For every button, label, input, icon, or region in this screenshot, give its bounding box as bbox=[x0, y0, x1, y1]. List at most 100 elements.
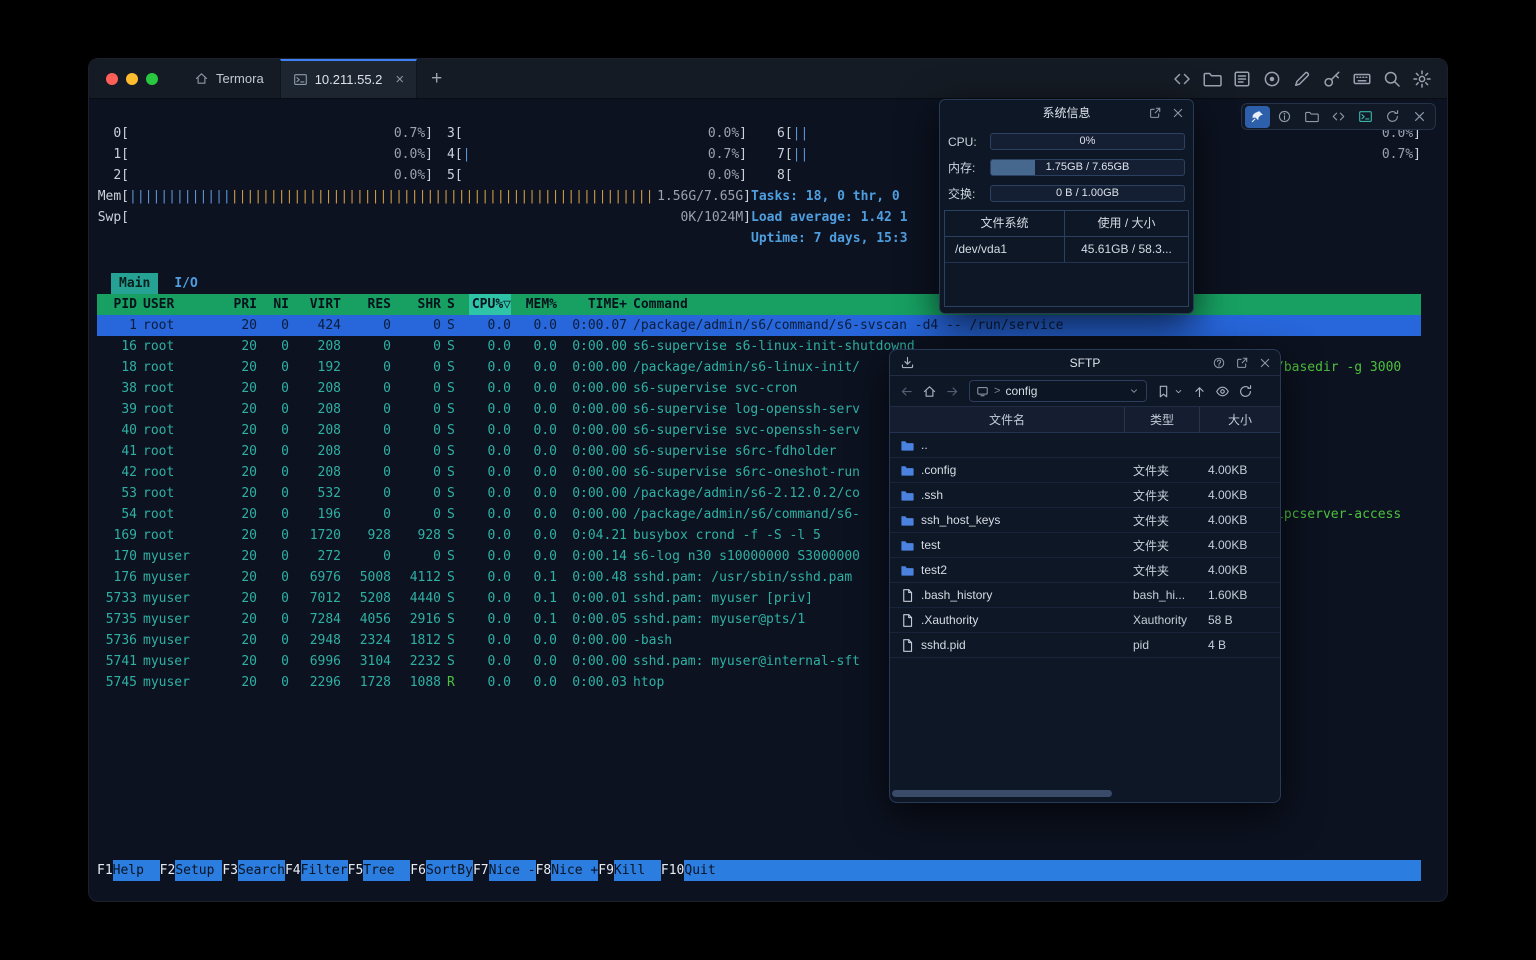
fkey-search[interactable]: F3Search bbox=[222, 860, 285, 881]
fkey-sortby[interactable]: F6SortBy bbox=[410, 860, 473, 881]
file-icon bbox=[900, 638, 915, 653]
file-name: .bash_history bbox=[921, 588, 992, 602]
file-type: 文件夹 bbox=[1125, 512, 1200, 529]
termora-window: Termora 10.211.55.2 × + 0[0.7%]3[0.0%]6[… bbox=[88, 58, 1448, 902]
fkey-kill[interactable]: F9Kill bbox=[598, 860, 661, 881]
file-row[interactable]: sshd.pidpid4 B bbox=[890, 633, 1280, 658]
fkey-filter[interactable]: F4Filter bbox=[285, 860, 348, 881]
reader-icon[interactable] bbox=[1232, 69, 1252, 89]
column-header-time[interactable]: TIME+ bbox=[563, 294, 627, 315]
home-icon[interactable] bbox=[922, 384, 937, 399]
column-header-size[interactable]: 大小 bbox=[1200, 407, 1280, 432]
chevron-down-icon[interactable] bbox=[1128, 385, 1140, 397]
file-row[interactable]: .config文件夹4.00KB bbox=[890, 458, 1280, 483]
traffic-lights bbox=[89, 59, 178, 98]
file-size: 4.00KB bbox=[1200, 488, 1280, 502]
cpu-meter-5: 5[0.0%] bbox=[447, 165, 747, 186]
sftp-title-icons bbox=[1212, 356, 1272, 370]
file-row[interactable]: .bash_historybash_hi...1.60KB bbox=[890, 583, 1280, 608]
cpu-meter-2: 2[0.0%] bbox=[97, 165, 433, 186]
tab-io[interactable]: I/O bbox=[174, 273, 197, 294]
system-info-title: 系统信息 bbox=[1042, 104, 1090, 121]
chevron-down-icon[interactable] bbox=[1173, 386, 1184, 397]
external-link-icon[interactable] bbox=[1235, 356, 1249, 370]
keyboard-icon[interactable] bbox=[1352, 69, 1372, 89]
close-icon[interactable] bbox=[1171, 106, 1185, 120]
close-icon[interactable] bbox=[1407, 106, 1432, 128]
bookmark-icon[interactable] bbox=[1156, 384, 1171, 399]
column-header-mem[interactable]: MEM% bbox=[517, 294, 557, 315]
help-icon[interactable] bbox=[1212, 356, 1226, 370]
file-name: test2 bbox=[921, 563, 947, 577]
path-dropdown[interactable]: >config bbox=[969, 380, 1147, 402]
refresh-icon[interactable] bbox=[1238, 384, 1253, 399]
zoom-window-button[interactable] bbox=[146, 73, 158, 85]
tab-main[interactable]: Main bbox=[111, 273, 158, 294]
refresh-icon[interactable] bbox=[1380, 106, 1405, 128]
file-row[interactable]: test文件夹4.00KB bbox=[890, 533, 1280, 558]
tab-termora-home[interactable]: Termora bbox=[178, 59, 280, 98]
file-name: sshd.pid bbox=[921, 638, 966, 652]
column-header-shr[interactable]: SHR bbox=[397, 294, 441, 315]
arrow-right-icon[interactable] bbox=[945, 384, 960, 399]
file-row[interactable]: .. bbox=[890, 433, 1280, 458]
file-row[interactable]: .ssh文件夹4.00KB bbox=[890, 483, 1280, 508]
file-row[interactable]: ssh_host_keys文件夹4.00KB bbox=[890, 508, 1280, 533]
column-header-filename[interactable]: 文件名 bbox=[890, 407, 1125, 432]
file-type: bash_hi... bbox=[1125, 588, 1200, 602]
file-type: pid bbox=[1125, 638, 1200, 652]
column-header-virt[interactable]: VIRT bbox=[295, 294, 341, 315]
code-icon[interactable] bbox=[1172, 69, 1192, 89]
column-header-cpu[interactable]: CPU%▽ bbox=[469, 294, 511, 315]
load-average: Load average: 1.42 1 bbox=[751, 207, 908, 228]
search-icon[interactable] bbox=[1382, 69, 1402, 89]
file-size: 58 B bbox=[1200, 613, 1280, 627]
file-row[interactable]: test2文件夹4.00KB bbox=[890, 558, 1280, 583]
fkey-help[interactable]: F1Help bbox=[97, 860, 160, 881]
file-table-header: 文件名类型大小 bbox=[890, 407, 1280, 433]
close-tab-icon[interactable]: × bbox=[395, 72, 404, 87]
settings-icon[interactable] bbox=[1412, 69, 1432, 89]
edit-icon[interactable] bbox=[1292, 69, 1312, 89]
terminal-icon[interactable] bbox=[1353, 106, 1378, 128]
arrow-left-icon[interactable] bbox=[899, 384, 914, 399]
code-icon[interactable] bbox=[1326, 106, 1351, 128]
column-header-user[interactable]: USER bbox=[143, 294, 213, 315]
column-header-res[interactable]: RES bbox=[347, 294, 391, 315]
fkey-setup[interactable]: F2Setup bbox=[160, 860, 223, 881]
column-header-ni[interactable]: NI bbox=[263, 294, 289, 315]
record-icon[interactable] bbox=[1262, 69, 1282, 89]
fkey-tree[interactable]: F5Tree bbox=[348, 860, 411, 881]
monitor-icon bbox=[976, 385, 989, 398]
new-tab-button[interactable]: + bbox=[417, 59, 456, 98]
column-header-type[interactable]: 类型 bbox=[1125, 407, 1200, 432]
arrow-up-icon[interactable] bbox=[1192, 384, 1207, 399]
column-header-pid[interactable]: PID bbox=[97, 294, 137, 315]
info-icon[interactable] bbox=[1272, 106, 1297, 128]
close-window-button[interactable] bbox=[106, 73, 118, 85]
uptime: Uptime: 7 days, 15:3 bbox=[751, 228, 908, 249]
folder-icon[interactable] bbox=[1202, 69, 1222, 89]
minimize-window-button[interactable] bbox=[126, 73, 138, 85]
key-icon[interactable] bbox=[1322, 69, 1342, 89]
pin-icon[interactable] bbox=[1245, 106, 1270, 128]
mem-meter: Mem[||||||||||||||||||||||||||||||||||||… bbox=[97, 186, 751, 207]
close-icon[interactable] bbox=[1258, 356, 1272, 370]
column-header-pri[interactable]: PRI bbox=[219, 294, 257, 315]
mem-label: Mem[ bbox=[97, 186, 129, 207]
external-link-icon[interactable] bbox=[1148, 106, 1162, 120]
system-metrics: CPU:0%内存:1.75GB / 7.65GB交换:0 B / 1.00GB bbox=[940, 132, 1193, 203]
fkey-nice[interactable]: F7Nice - bbox=[473, 860, 536, 881]
column-header-s[interactable]: S bbox=[447, 294, 463, 315]
fkey-nice[interactable]: F8Nice + bbox=[536, 860, 599, 881]
tab-ssh-session[interactable]: 10.211.55.2 × bbox=[280, 59, 417, 98]
session-tab-label: 10.211.55.2 bbox=[315, 72, 383, 87]
fkey-quit[interactable]: F10Quit bbox=[661, 860, 731, 881]
file-row[interactable]: .XauthorityXauthority58 B bbox=[890, 608, 1280, 633]
process-row[interactable]: 1root20042400S0.00.00:00.07/package/admi… bbox=[97, 315, 1421, 336]
folder-icon[interactable] bbox=[1299, 106, 1324, 128]
file-icon bbox=[900, 588, 915, 603]
horizontal-scrollbar[interactable] bbox=[892, 790, 1112, 797]
file-type: 文件夹 bbox=[1125, 462, 1200, 479]
eye-icon[interactable] bbox=[1215, 384, 1230, 399]
